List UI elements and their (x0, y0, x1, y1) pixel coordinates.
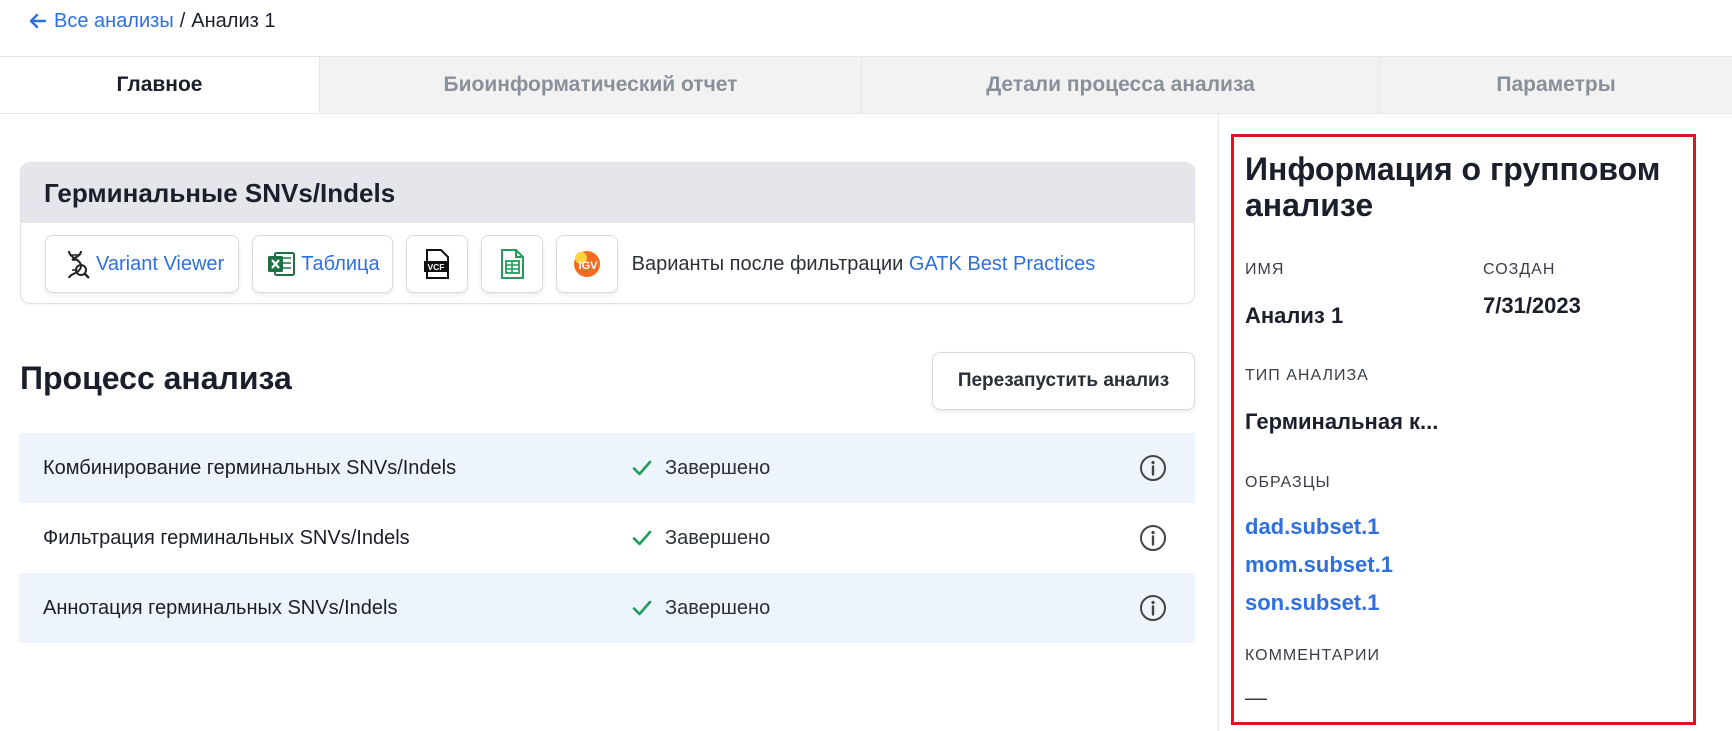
vcf-download-button[interactable]: VCF (405, 235, 468, 293)
dna-icon (68, 250, 90, 279)
igv-icon: IGV (573, 251, 600, 277)
step-name: Аннотация герминальных SNVs/Indels (43, 596, 398, 619)
table-button[interactable]: Таблица (252, 235, 393, 293)
back-link-label: Все анализы (54, 9, 174, 32)
back-to-analyses-link[interactable]: Все анализы (28, 10, 174, 33)
breadcrumb-separator: / (179, 9, 186, 32)
restart-analysis-button[interactable]: Перезапустить анализ (932, 352, 1195, 410)
tab-bioinformatics-report[interactable]: Биоинформатический отчет (319, 57, 861, 113)
name-label: ИМЯ (1245, 261, 1285, 278)
samples-label: ОБРАЗЦЫ (1245, 474, 1331, 491)
created-value: 7/31/2023 (1483, 293, 1581, 318)
process-title: Процесс анализа (20, 360, 292, 396)
info-icon[interactable] (1139, 524, 1167, 552)
variant-viewer-button[interactable]: Variant Viewer (45, 235, 240, 293)
excel-icon (268, 252, 296, 276)
tab-main[interactable]: Главное (0, 57, 319, 113)
panel-divider (1218, 114, 1219, 731)
vcf-icon-text: VCF (427, 262, 444, 272)
process-step-row: Комбинирование герминальных SNVs/Indels … (19, 433, 1195, 503)
sample-link[interactable]: dad.subset.1 (1245, 514, 1379, 540)
sample-link[interactable]: son.subset.1 (1245, 590, 1379, 616)
tab-bar: Главное Биоинформатический отчет Детали … (0, 56, 1732, 114)
created-label: СОЗДАН (1483, 261, 1556, 278)
breadcrumb-current: Анализ 1 (191, 9, 276, 32)
comments-value: — (1245, 685, 1267, 710)
igv-button[interactable]: IGV (555, 235, 618, 293)
check-icon (632, 600, 652, 616)
tab-parameters[interactable]: Параметры (1379, 57, 1732, 113)
tab-analysis-process-details[interactable]: Детали процесса анализа (861, 57, 1379, 113)
table-label: Таблица (301, 252, 380, 275)
process-steps-list: Комбинирование герминальных SNVs/Indels … (19, 433, 1195, 643)
arrow-left-icon (29, 13, 47, 29)
spreadsheet-download-button[interactable] (480, 235, 543, 293)
germline-snvs-card: Герминальные SNVs/Indels Variant Viewer … (20, 162, 1195, 304)
variants-description: Варианты после фильтрации GATK Best Prac… (632, 253, 1096, 276)
spreadsheet-file-icon (500, 249, 524, 279)
comments-label: КОММЕНТАРИИ (1245, 647, 1381, 664)
name-value: Анализ 1 (1245, 303, 1344, 328)
process-step-row: Аннотация герминальных SNVs/Indels Завер… (19, 573, 1195, 643)
analysis-type-value: Герминальная к... (1245, 409, 1439, 434)
step-status: Завершено (631, 597, 770, 620)
analysis-type-label: ТИП АНАЛИЗА (1245, 367, 1369, 384)
process-step-row: Фильтрация герминальных SNVs/Indels Заве… (19, 503, 1195, 573)
group-analysis-info-panel: Информация о групповом анализе ИМЯ Анали… (1231, 134, 1696, 725)
check-icon (632, 460, 652, 476)
variant-viewer-label: Variant Viewer (96, 252, 225, 275)
vcf-file-icon: VCF (423, 249, 449, 279)
igv-icon-text: IGV (578, 260, 598, 272)
step-name: Фильтрация герминальных SNVs/Indels (43, 526, 410, 549)
gatk-best-practices-link[interactable]: GATK Best Practices (909, 253, 1095, 275)
sample-link[interactable]: mom.subset.1 (1245, 552, 1393, 578)
step-name: Комбинирование герминальных SNVs/Indels (43, 456, 457, 479)
info-icon[interactable] (1139, 454, 1167, 482)
variants-text: Варианты после фильтрации (631, 252, 904, 275)
step-status: Завершено (631, 457, 770, 480)
card-title: Герминальные SNVs/Indels (21, 163, 1194, 223)
step-status: Завершено (631, 527, 770, 550)
breadcrumb: Все анализы / Анализ 1 (28, 8, 275, 34)
step-status-label: Завершено (665, 526, 771, 549)
step-status-label: Завершено (665, 596, 771, 619)
check-icon (632, 530, 652, 546)
step-status-label: Завершено (665, 456, 771, 479)
info-icon[interactable] (1139, 594, 1167, 622)
info-panel-title: Информация о групповом анализе (1245, 151, 1661, 223)
